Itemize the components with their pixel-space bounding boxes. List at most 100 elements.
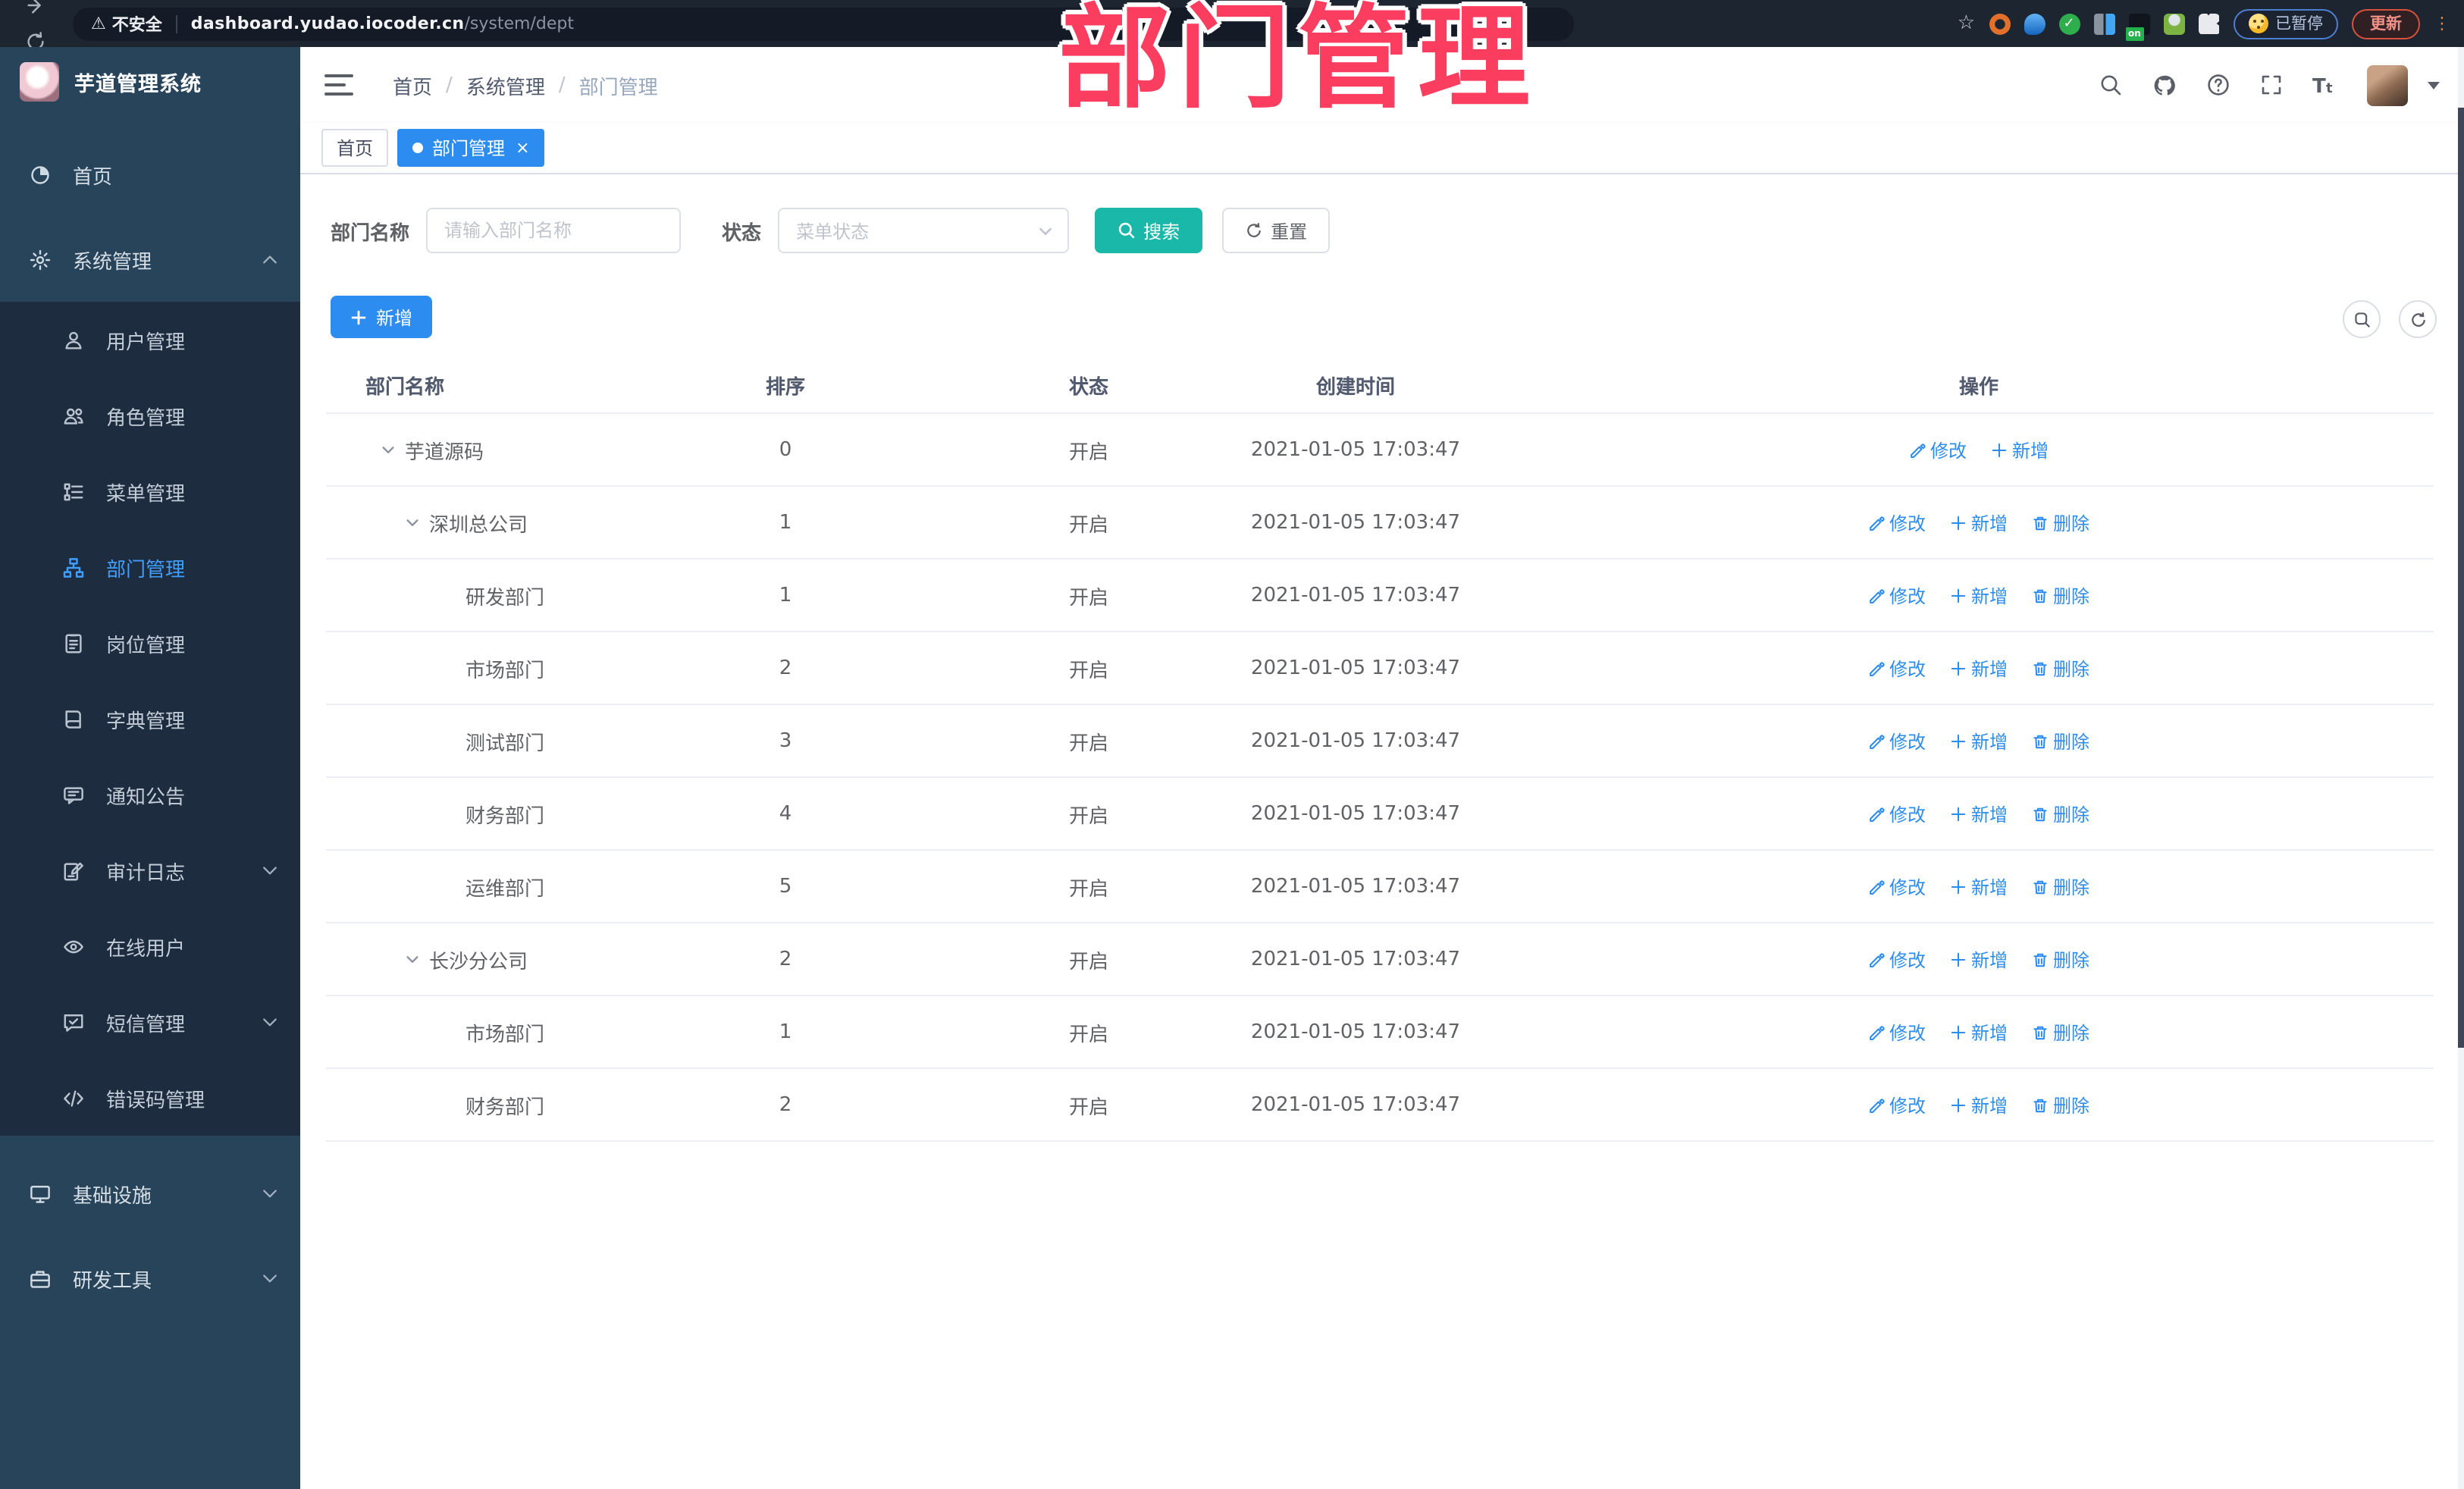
edit-link[interactable]: 修改 (1868, 946, 1926, 972)
add-link[interactable]: 新增 (1950, 509, 2008, 535)
status-select[interactable]: 菜单状态 (778, 208, 1070, 253)
toggle-search-button[interactable] (2343, 300, 2381, 338)
sidebar-item-13[interactable]: 基础设施 (0, 1151, 300, 1236)
sidebar-item-10[interactable]: 在线用户 (0, 908, 300, 984)
add-link[interactable]: 新增 (1950, 1092, 2008, 1118)
edit-link[interactable]: 修改 (1868, 801, 1926, 826)
delete-link[interactable]: 删除 (2032, 509, 2089, 535)
sidebar-item-8[interactable]: 通知公告 (0, 757, 300, 832)
sidebar-item-label: 短信管理 (106, 1014, 186, 1036)
help-icon[interactable] (2206, 73, 2230, 97)
edit-link[interactable]: 修改 (1868, 1092, 1926, 1118)
edit-link[interactable]: 修改 (1868, 873, 1926, 899)
svg-text:t: t (2326, 80, 2333, 96)
refresh-icon (1247, 223, 1261, 237)
breadcrumb-item[interactable]: 首页 (393, 71, 432, 99)
edit-link[interactable]: 修改 (1909, 437, 1967, 462)
browser-update-button[interactable]: 更新 (2352, 8, 2420, 39)
browser-menu-icon[interactable]: ⋮ (2434, 14, 2450, 31)
url-host: dashboard.yudao.iocoder.cn (190, 14, 465, 33)
tab-首页[interactable]: 首页 (321, 129, 389, 167)
table-row: 芋道源码 0 开启 2021-01-05 17:03:47 修改 新增 (326, 414, 2434, 487)
add-link[interactable]: 新增 (1950, 1019, 2008, 1045)
scrollbar-thumb[interactable] (2458, 108, 2464, 1048)
sidebar-item-2[interactable]: 用户管理 (0, 302, 300, 378)
drop-extension-icon[interactable] (2024, 13, 2045, 34)
tab-部门管理[interactable]: 部门管理 × (397, 129, 545, 167)
app-logo (20, 62, 59, 102)
ring-extension-icon[interactable] (1989, 13, 2010, 34)
scrollbar[interactable] (2458, 47, 2464, 1489)
sidebar-item-4[interactable]: 菜单管理 (0, 453, 300, 529)
column-header-3: 创建时间 (1315, 376, 1395, 399)
user-avatar[interactable] (2367, 64, 2408, 105)
delete-link[interactable]: 删除 (2032, 728, 2089, 754)
add-link[interactable]: 新增 (1991, 437, 2049, 462)
sidebar-item-11[interactable]: 短信管理 (0, 984, 300, 1060)
add-link[interactable]: 新增 (1950, 655, 2008, 681)
delete-link[interactable]: 删除 (2032, 1092, 2089, 1118)
breadcrumb-separator: / (446, 74, 453, 96)
delete-link[interactable]: 删除 (2032, 801, 2089, 826)
add-link[interactable]: 新增 (1950, 801, 2008, 826)
edit-link[interactable]: 修改 (1868, 509, 1926, 535)
sidebar-item-6[interactable]: 岗位管理 (0, 605, 300, 681)
edit-link[interactable]: 修改 (1868, 728, 1926, 754)
plus-icon (1950, 587, 1967, 603)
sidebar-item-7[interactable]: 字典管理 (0, 681, 300, 757)
chevron-down-icon[interactable] (2428, 81, 2440, 89)
collapse-sidebar-icon[interactable] (324, 74, 353, 96)
add-dept-button[interactable]: 新增 (331, 296, 433, 338)
sidebar-item-5[interactable]: 部门管理 (0, 529, 300, 605)
delete-link[interactable]: 删除 (2032, 946, 2089, 972)
sidebar-item-1[interactable]: 系统管理 (0, 217, 300, 302)
edit-link[interactable]: 修改 (1868, 582, 1926, 608)
bookmark-star-icon[interactable]: ☆ (1958, 12, 1975, 35)
refresh-table-button[interactable] (2399, 300, 2437, 338)
check-extension-icon[interactable]: ✓ (2058, 13, 2080, 34)
sidebar-item-3[interactable]: 角色管理 (0, 378, 300, 453)
row-expand-icon[interactable] (381, 442, 396, 457)
add-link[interactable]: 新增 (1950, 728, 2008, 754)
person-extension-icon[interactable] (2163, 13, 2184, 34)
search-button[interactable]: 搜索 (1095, 208, 1203, 253)
delete-link[interactable]: 删除 (2032, 873, 2089, 899)
fullscreen-icon[interactable] (2259, 73, 2284, 97)
puzzle-extension-icon[interactable] (2198, 13, 2219, 34)
security-warning[interactable]: ⚠ 不安全 (91, 11, 162, 36)
delete-link[interactable]: 删除 (2032, 655, 2089, 681)
add-link[interactable]: 新增 (1950, 582, 2008, 608)
add-link[interactable]: 新增 (1950, 873, 2008, 899)
sidebar-item-12[interactable]: 错误码管理 (0, 1060, 300, 1136)
breadcrumb-item[interactable]: 系统管理 (466, 71, 545, 99)
edit-pencil-icon (1868, 587, 1885, 603)
plus-icon (1950, 660, 1967, 676)
row-expand-icon[interactable] (405, 951, 420, 967)
dept-name-input[interactable] (426, 208, 682, 253)
app-logo-row[interactable]: 芋道管理系统 (0, 47, 300, 117)
github-icon[interactable] (2152, 72, 2177, 98)
delete-link[interactable]: 删除 (2032, 1019, 2089, 1045)
reset-button[interactable]: 重置 (1222, 208, 1331, 253)
sidebar-item-9[interactable]: 审计日志 (0, 832, 300, 908)
font-size-icon[interactable]: Tt (2312, 74, 2338, 96)
grid-extension-icon[interactable] (2093, 13, 2114, 34)
status-label: 状态 (722, 222, 762, 245)
edit-link[interactable]: 修改 (1868, 1019, 1926, 1045)
edit-link[interactable]: 修改 (1868, 655, 1926, 681)
browser-forward-icon[interactable] (12, 0, 58, 24)
sidebar-item-label: 用户管理 (106, 331, 186, 354)
close-tab-icon[interactable]: × (516, 139, 529, 156)
created-time-cell: 2021-01-05 17:03:47 (1250, 584, 1461, 607)
table-row: 长沙分公司 2 开启 2021-01-05 17:03:47 修改 新增 删除 (326, 923, 2434, 996)
vpn-on-extension-icon[interactable] (2125, 13, 2149, 40)
add-link[interactable]: 新增 (1950, 946, 2008, 972)
sidebar-item-0[interactable]: 首页 (0, 132, 300, 217)
sidebar-item-14[interactable]: 研发工具 (0, 1236, 300, 1321)
search-icon[interactable] (2099, 73, 2123, 97)
delete-link[interactable]: 删除 (2032, 582, 2089, 608)
breadcrumb-item[interactable]: 部门管理 (579, 71, 658, 99)
dept-name-cell: 芋道源码 (405, 441, 484, 464)
row-expand-icon[interactable] (405, 515, 420, 530)
profile-paused-chip[interactable]: 已暂停 (2233, 8, 2338, 39)
